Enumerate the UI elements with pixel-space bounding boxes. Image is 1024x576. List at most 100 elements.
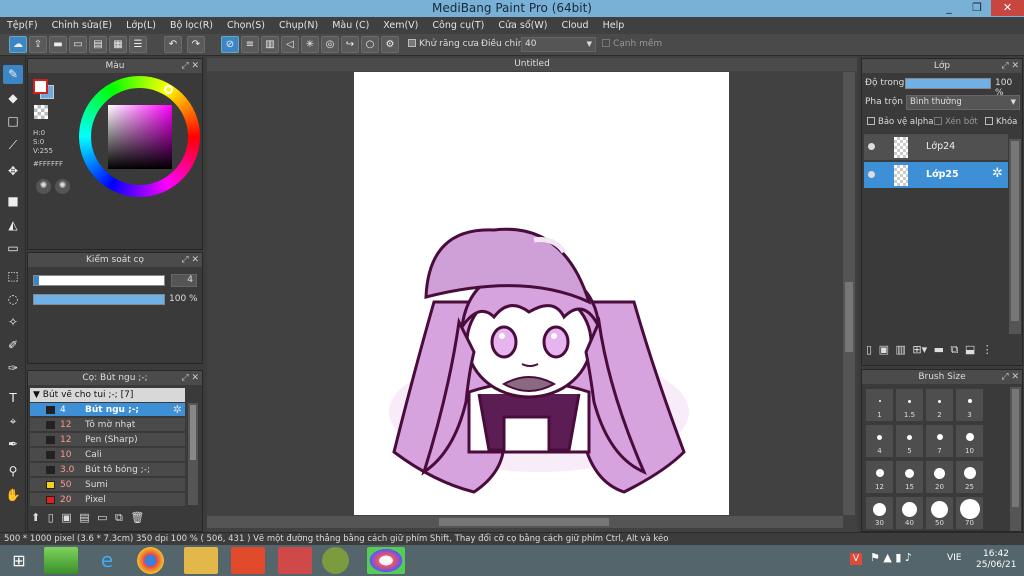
canvas-tab[interactable]: Untitled bbox=[207, 58, 857, 71]
brush-size-cell[interactable]: 20 bbox=[925, 460, 954, 494]
office-icon[interactable] bbox=[231, 547, 265, 574]
brush-tool-icon[interactable]: ✎ bbox=[3, 65, 23, 84]
blend-dropdown[interactable]: Bình thường ▼ bbox=[906, 95, 1020, 110]
text-tool-icon[interactable]: T bbox=[3, 389, 23, 408]
brush-row[interactable]: 12 Pen (Sharp) bbox=[30, 433, 185, 447]
menu-edit[interactable]: Chỉnh sửa(E) bbox=[45, 20, 120, 31]
brush-size-cell[interactable]: 10 bbox=[955, 424, 984, 458]
redo-icon[interactable]: ↷ bbox=[187, 36, 205, 53]
menu-layer[interactable]: Lớp(L) bbox=[119, 20, 163, 31]
brush-delete-icon[interactable]: 🗑 bbox=[130, 511, 144, 524]
layer-type-icon[interactable]: ⊞▾ bbox=[912, 343, 927, 356]
snap-off-icon[interactable]: ⊘ bbox=[221, 36, 239, 53]
gear-icon[interactable]: ✲ bbox=[992, 166, 1003, 181]
chrome-icon[interactable] bbox=[137, 547, 164, 574]
clipping-checkbox[interactable]: Xén bớt bbox=[934, 117, 978, 127]
canvas-vertical-scrollbar[interactable] bbox=[843, 72, 855, 515]
menu-file[interactable]: Tệp(F) bbox=[0, 20, 45, 31]
clock[interactable]: 16:42 25/06/21 bbox=[976, 549, 1016, 571]
layer-more-icon[interactable]: ⋮ bbox=[982, 343, 993, 356]
menu-select[interactable]: Chọn(S) bbox=[220, 20, 272, 31]
saturation-value-square[interactable] bbox=[108, 105, 172, 169]
brush-size-scrollbar[interactable] bbox=[1010, 387, 1021, 531]
eye-icon[interactable] bbox=[868, 143, 875, 150]
snap-parallel-icon[interactable]: ≡ bbox=[241, 36, 259, 53]
menu-cloud[interactable]: Cloud bbox=[554, 20, 595, 31]
layer-scrollbar[interactable] bbox=[1009, 139, 1021, 334]
snap-settings-icon[interactable]: ⚙ bbox=[381, 36, 399, 53]
brush-new-icon[interactable]: ▯ bbox=[48, 511, 54, 524]
eye-icon[interactable] bbox=[868, 171, 875, 178]
share-icon[interactable]: ⇪ bbox=[29, 36, 47, 53]
lock-checkbox[interactable]: Khóa bbox=[985, 117, 1017, 127]
snap-curve-icon[interactable]: ↪ bbox=[341, 36, 359, 53]
snap-circle-icon[interactable]: ◎ bbox=[321, 36, 339, 53]
rect-tool-icon[interactable]: □ bbox=[3, 112, 23, 131]
minimize-button[interactable]: _ bbox=[935, 0, 963, 16]
select-rect-tool-icon[interactable]: ⬚ bbox=[3, 267, 23, 286]
gear-icon[interactable]: ✲ bbox=[173, 403, 182, 417]
vietkey-icon[interactable]: V bbox=[850, 553, 862, 565]
brush-size-cell[interactable]: 1 bbox=[865, 388, 894, 422]
panel-close-icon[interactable]: ⤢ ✕ bbox=[181, 59, 199, 73]
line-tool-icon[interactable]: ⟋ bbox=[3, 136, 23, 155]
explorer-icon[interactable] bbox=[184, 547, 218, 574]
undo-icon[interactable]: ↶ bbox=[164, 36, 182, 53]
brush-row[interactable]: 10 Cali bbox=[30, 448, 185, 462]
layer-row[interactable]: Lớp25 ✲ bbox=[864, 162, 1008, 189]
brush-size-cell[interactable]: 25 bbox=[955, 460, 984, 494]
brush-size-cell[interactable]: 7 bbox=[925, 424, 954, 458]
palette-add-icon[interactable]: ✺ bbox=[55, 179, 70, 194]
menu-color[interactable]: Màu (C) bbox=[325, 20, 376, 31]
snap-vanish-icon[interactable]: ◁ bbox=[281, 36, 299, 53]
brush-size-cell[interactable]: 2 bbox=[925, 388, 954, 422]
brush-row[interactable]: 50 Sumi bbox=[30, 478, 185, 492]
page-icon[interactable]: ▤ bbox=[89, 36, 107, 53]
divide-tool-icon[interactable]: ⌖ bbox=[3, 412, 23, 431]
medibang-taskbar-icon[interactable] bbox=[367, 547, 405, 574]
ie-icon[interactable]: e bbox=[90, 547, 124, 574]
tray-icons[interactable]: ⚑ ▲ ▮ ♪ bbox=[870, 551, 912, 564]
primary-color-swatch[interactable] bbox=[33, 79, 48, 94]
message-icon[interactable]: ▭ bbox=[69, 36, 87, 53]
close-button[interactable]: ✕ bbox=[991, 0, 1024, 16]
brush-row[interactable]: 12 Tô mờ nhạt bbox=[30, 418, 185, 432]
menu-help[interactable]: Help bbox=[596, 20, 632, 31]
soft-edge-checkbox[interactable]: Cạnh mềm bbox=[602, 39, 662, 49]
duplicate-layer-icon[interactable]: ⧉ bbox=[951, 343, 959, 356]
menu-tools[interactable]: Công cụ(T) bbox=[425, 20, 491, 31]
eyedropper-tool-icon[interactable]: ✒ bbox=[3, 435, 23, 454]
menu-filter[interactable]: Bộ lọc(R) bbox=[163, 20, 220, 31]
hand-tool-icon[interactable]: ✋ bbox=[3, 486, 23, 505]
merge-layer-icon[interactable]: ⬓ bbox=[965, 343, 975, 356]
antialias-checkbox[interactable]: Khử răng cưa bbox=[408, 39, 479, 49]
new-halftone-layer-icon[interactable]: ▣ bbox=[879, 343, 889, 356]
windows-start-icon[interactable]: ⊞ bbox=[2, 547, 36, 574]
move-tool-icon[interactable]: ✥ bbox=[3, 162, 23, 181]
canvas-paper[interactable] bbox=[354, 72, 729, 515]
brush-size-cell[interactable]: 4 bbox=[865, 424, 894, 458]
lasso-tool-icon[interactable]: ◌ bbox=[3, 290, 23, 309]
panel-close-icon[interactable]: ⤢ ✕ bbox=[181, 371, 199, 385]
cloud-icon[interactable]: ☁ bbox=[9, 36, 27, 53]
brush-folder-icon[interactable]: ▭ bbox=[97, 511, 107, 524]
brush-row[interactable]: 4 Bút ngu ;-; ✲ bbox=[30, 403, 185, 417]
adjust-dropdown[interactable]: 40 ▼ bbox=[521, 37, 596, 52]
language-indicator[interactable]: VIE bbox=[947, 553, 962, 563]
brush-row[interactable]: 3.0 Bút tô bóng ;-; bbox=[30, 463, 185, 477]
palette-icon[interactable]: ✺ bbox=[36, 179, 51, 194]
layer-opacity-slider[interactable] bbox=[905, 78, 991, 89]
menu-capture[interactable]: Chụp(N) bbox=[272, 20, 325, 31]
select-pen-tool-icon[interactable]: ✐ bbox=[3, 336, 23, 355]
zalo-icon[interactable] bbox=[322, 547, 349, 574]
layer-row[interactable]: Lớp24 bbox=[864, 134, 1008, 161]
new-layer-icon[interactable]: ▯ bbox=[866, 343, 872, 356]
canvas-horizontal-scrollbar[interactable] bbox=[207, 516, 843, 528]
select-eraser-tool-icon[interactable]: ✑ bbox=[3, 359, 23, 378]
new-8bit-layer-icon[interactable]: ▥ bbox=[895, 343, 905, 356]
protect-alpha-checkbox[interactable]: Bảo vệ alpha bbox=[867, 117, 933, 127]
brush-row[interactable]: 20 Pixel bbox=[30, 493, 185, 507]
panel-close-icon[interactable]: ⤢ ✕ bbox=[1001, 370, 1019, 384]
dropper-tool-icon[interactable]: ⚲ bbox=[3, 462, 23, 481]
app-icon[interactable] bbox=[278, 547, 312, 574]
